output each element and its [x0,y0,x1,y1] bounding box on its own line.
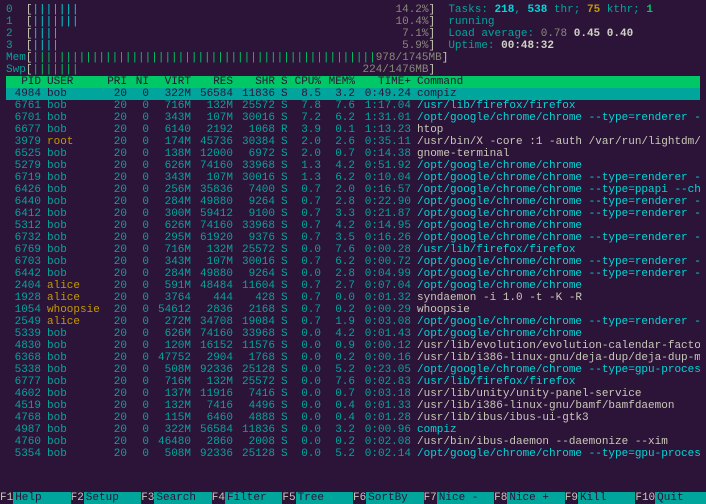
process-row[interactable]: 6525bob200138M120006972S2.00.70:14.38gno… [6,148,700,160]
process-row[interactable]: 5338bob200508M9233625128S0.05.20:23.05/o… [6,364,700,376]
process-row[interactable]: 2549alice200272M3470819084S0.71.90:03.08… [6,316,700,328]
process-row[interactable]: 4987bob200322M5658411836S0.03.20:00.96co… [6,424,700,436]
process-row[interactable]: 5279bob200626M7416033968S1.34.20:51.92/o… [6,160,700,172]
load-average-line: Load average: 0.78 0.45 0.40 [448,28,700,40]
process-row[interactable]: 6412bob200300M594129100S0.73.30:21.87/op… [6,208,700,220]
top-summary: 0 [||||||| 14.2%]1 [||||||| 10.4%]2 [|||… [6,4,700,76]
process-row[interactable]: 5339bob200626M7416033968S0.04.20:01.43/o… [6,328,700,340]
col-time[interactable]: TIME+ [358,76,414,88]
col-s[interactable]: S [278,76,290,88]
system-info: Tasks: 218, 538 thr; 75 kthr; 1 running … [448,4,700,76]
fkey-f5[interactable]: F5Tree [282,492,353,504]
col-user[interactable]: USER [44,76,102,88]
uptime-line: Uptime: 00:48:32 [448,40,700,52]
process-row[interactable]: 3979root200174M4573630384S2.02.60:35.11/… [6,136,700,148]
process-row[interactable]: 6703bob200343M107M30016S0.76.20:00.72/op… [6,256,700,268]
process-table[interactable]: PIDUSERPRINIVIRTRESSHRSCPU%MEM%TIME+Comm… [6,76,700,460]
fkey-f8[interactable]: F8Nice + [494,492,565,504]
table-header[interactable]: PIDUSERPRINIVIRTRESSHRSCPU%MEM%TIME+Comm… [6,76,700,88]
tasks-line: Tasks: 218, 538 thr; 75 kthr; 1 running [448,4,700,28]
process-row[interactable]: 6701bob200343M107M30016S7.26.21:31.01/op… [6,112,700,124]
process-row[interactable]: 1054whoopsie2005461228362168S0.70.20:00.… [6,304,700,316]
fkey-f1[interactable]: F1Help [0,492,71,504]
fkey-f4[interactable]: F4Filter [212,492,283,504]
process-row[interactable]: 6677bob200614021921068R3.90.11:13.23htop [6,124,700,136]
meter-1: 1 [||||||| 10.4%] [6,16,448,28]
col-shr[interactable]: SHR [236,76,278,88]
meter-2: 2 [|||| 7.1%] [6,28,448,40]
col-command[interactable]: Command [414,76,700,88]
process-row[interactable]: 6440bob200284M498809264S0.72.80:22.90/op… [6,196,700,208]
process-row[interactable]: 5312bob200626M7416033968S0.74.20:14.95/o… [6,220,700,232]
process-row[interactable]: 4760bob2004648028602008S0.00.20:02.08/us… [6,436,700,448]
process-row[interactable]: 4830bob200120M1615211576S0.00.90:00.12/u… [6,340,700,352]
process-row[interactable]: 4984bob200322M5658411836S8.53.20:49.24co… [6,88,700,100]
fkey-f7[interactable]: F7Nice - [424,492,495,504]
fkey-f2[interactable]: F2Setup [71,492,142,504]
process-row[interactable]: 6761bob200716M132M25572S7.87.61:17.04/us… [6,100,700,112]
col-ni[interactable]: NI [130,76,152,88]
process-row[interactable]: 4519bob200132M74164496S0.00.40:01.33/usr… [6,400,700,412]
process-row[interactable]: 6442bob200284M498809264S0.02.80:04.99/op… [6,268,700,280]
fkey-f3[interactable]: F3Search [141,492,212,504]
process-row[interactable]: 2404alice200591M4848411604S0.72.70:07.04… [6,280,700,292]
meter-swp: Swp[||||||| 224/1476MB] [6,64,448,76]
meter-0: 0 [||||||| 14.2%] [6,4,448,16]
process-row[interactable]: 4602bob200137M119167416S0.00.70:03.18/us… [6,388,700,400]
fkey-f6[interactable]: F6SortBy [353,492,424,504]
col-mem[interactable]: MEM% [324,76,358,88]
process-row[interactable]: 6368bob2004775229041768S0.00.20:00.16/us… [6,352,700,364]
meter-panel: 0 [||||||| 14.2%]1 [||||||| 10.4%]2 [|||… [6,4,448,76]
meter-mem: Mem[||||||||||||||||||||||||||||||||||||… [6,52,448,64]
process-row[interactable]: 6426bob200256M358367400S0.72.00:16.57/op… [6,184,700,196]
process-row[interactable]: 5354bob200508M9233625128S0.05.20:02.14/o… [6,448,700,460]
process-row[interactable]: 6719bob200343M107M30016S1.36.20:10.04/op… [6,172,700,184]
meter-3: 3 [|||| 5.9%] [6,40,448,52]
function-key-bar: F1HelpF2SetupF3SearchF4FilterF5TreeF6Sor… [0,492,706,504]
htop-screen: 0 [||||||| 14.2%]1 [||||||| 10.4%]2 [|||… [0,0,706,464]
fkey-f9[interactable]: F9Kill [565,492,636,504]
process-row[interactable]: 6769bob200716M132M25572S0.07.60:00.28/us… [6,244,700,256]
fkey-f10[interactable]: F10Quit [635,492,706,504]
process-row[interactable]: 1928alice2003764444428S0.70.00:01.32synd… [6,292,700,304]
col-virt[interactable]: VIRT [152,76,194,88]
col-pri[interactable]: PRI [102,76,130,88]
col-res[interactable]: RES [194,76,236,88]
process-row[interactable]: 6732bob200295M619209376S0.73.50:16.26/op… [6,232,700,244]
process-row[interactable]: 4768bob200115M64604888S0.00.40:01.28/usr… [6,412,700,424]
col-cpu[interactable]: CPU% [290,76,324,88]
process-row[interactable]: 6777bob200716M132M25572S0.07.60:02.83/us… [6,376,700,388]
col-pid[interactable]: PID [6,76,44,88]
